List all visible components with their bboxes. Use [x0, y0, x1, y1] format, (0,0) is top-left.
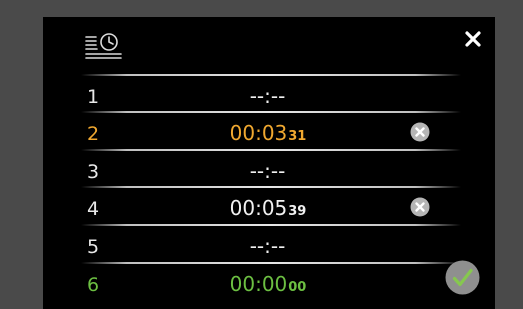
close-button[interactable]: [460, 26, 486, 52]
timer-time-main: 00:05: [229, 196, 288, 220]
separator: [81, 111, 461, 113]
timer-row-number: 1: [87, 86, 100, 108]
timer-time-main: 00:00: [229, 272, 288, 296]
check-icon: [445, 260, 480, 295]
confirm-button[interactable]: [445, 260, 480, 295]
clear-timer-button[interactable]: [410, 122, 430, 142]
close-icon: [465, 31, 481, 47]
clear-icon: [410, 197, 430, 217]
timer-list-icon: [85, 31, 125, 61]
separator: [81, 262, 461, 264]
clear-timer-button[interactable]: [410, 197, 430, 217]
timer-row-time: --:--: [173, 82, 363, 114]
timer-row-number: 3: [87, 161, 100, 183]
timer-row-number: 6: [87, 274, 100, 296]
timer-screen: 1 --:-- 2 00:0331 3 --:-- 4 00:0539 5 --…: [43, 17, 495, 309]
timer-row-time: 00:0539: [173, 194, 363, 226]
timer-row-number: 2: [87, 123, 100, 145]
header: [43, 17, 495, 73]
timer-row-6[interactable]: 6 00:0000: [43, 269, 495, 305]
timer-row-time: 00:0000: [173, 270, 363, 302]
timer-row-number: 4: [87, 198, 100, 220]
timer-row-time: 00:0331: [173, 119, 363, 151]
timer-time-main: 00:03: [229, 121, 288, 145]
timer-time-main: --:--: [249, 84, 286, 108]
timer-row-number: 5: [87, 236, 100, 258]
timer-time-seconds: 39: [288, 204, 307, 219]
separator: [81, 224, 461, 226]
separator: [81, 74, 461, 76]
timer-time-main: --:--: [249, 159, 286, 183]
timer-time-seconds: 00: [288, 280, 307, 295]
timer-row-time: --:--: [173, 232, 363, 264]
timer-time-main: --:--: [249, 234, 286, 258]
timer-time-seconds: 31: [288, 129, 307, 144]
separator: [81, 186, 461, 188]
separator: [81, 149, 461, 151]
clear-icon: [410, 122, 430, 142]
timer-row-time: --:--: [173, 157, 363, 189]
